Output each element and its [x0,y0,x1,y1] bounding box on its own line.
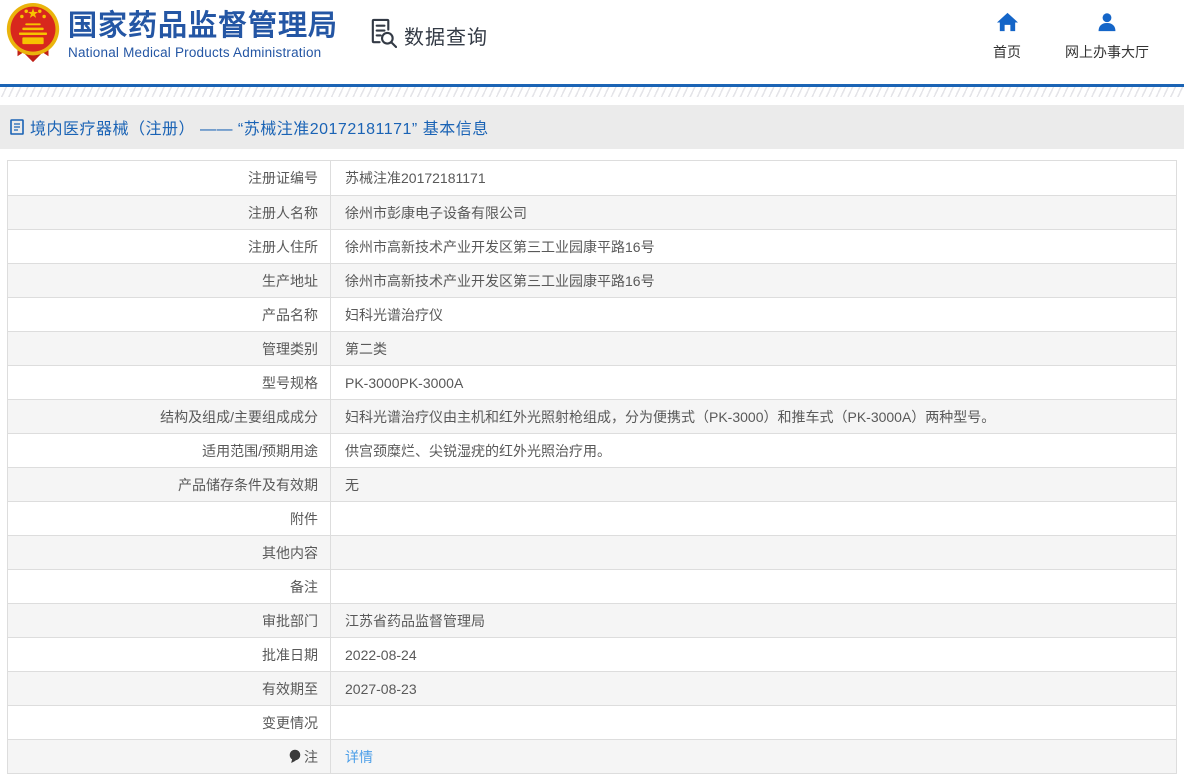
national-emblem-logo [5,2,61,64]
table-row: 有效期至 2027-08-23 [8,671,1176,705]
table-row: 注 详情 [8,739,1176,773]
document-search-icon [368,17,398,53]
row-value: 2027-08-23 [345,680,417,697]
table-row: 注册人住所 徐州市高新技术产业开发区第三工业园康平路16号 [8,229,1176,263]
table-row: 备注 [8,569,1176,603]
row-value: PK-3000PK-3000A [345,374,464,391]
details-link[interactable]: 详情 [345,747,373,767]
table-row: 适用范围/预期用途 供宫颈糜烂、尖锐湿疣的红外光照治疗用。 [8,433,1176,467]
document-icon [9,118,25,136]
breadcrumb: 境内医疗器械（注册） —— “苏械注准20172181171” 基本信息 [30,121,489,138]
row-label: 结构及组成/主要组成成分 [160,408,318,425]
agency-name-cn: 国家药品监督管理局 [68,10,339,42]
row-label: 生产地址 [262,272,318,289]
row-value: 苏械注准20172181171 [345,170,486,186]
nav-home[interactable]: 首页 [977,11,1037,62]
nav-service-hall-label: 网上办事大厅 [1065,44,1149,60]
row-label: 其他内容 [262,544,318,561]
row-value: 2022-08-24 [345,646,417,663]
table-row: 变更情况 [8,705,1176,739]
site-header: 国家药品监督管理局 National Medical Products Admi… [0,0,1184,84]
table-row: 生产地址 徐州市高新技术产业开发区第三工业园康平路16号 [8,263,1176,297]
agency-name-en: National Medical Products Administration [68,45,322,60]
spacer [0,149,1184,160]
agency-titles: 国家药品监督管理局 National Medical Products Admi… [68,9,338,60]
row-label: 审批部门 [262,612,318,629]
bulb-icon [289,749,301,764]
row-label: 注册证编号 [248,170,318,186]
table-row: 结构及组成/主要组成成分 妇科光谱治疗仪由主机和红外光照射枪组成，分为便携式（P… [8,399,1176,433]
table-row: 型号规格 PK-3000PK-3000A [8,365,1176,399]
table-row: 注册证编号 苏械注准20172181171 [8,161,1176,195]
row-label: 注册人住所 [248,238,318,255]
person-icon [1095,11,1119,39]
row-value: 徐州市高新技术产业开发区第三工业园康平路16号 [345,272,655,289]
row-value: 江苏省药品监督管理局 [345,612,485,629]
table-row: 管理类别 第二类 [8,331,1176,365]
row-label: 产品储存条件及有效期 [178,476,318,493]
table-row: 产品储存条件及有效期 无 [8,467,1176,501]
nav-home-label: 首页 [993,44,1021,60]
row-value: 徐州市高新技术产业开发区第三工业园康平路16号 [345,238,655,255]
table-row: 其他内容 [8,535,1176,569]
section-title: 数据查询 [404,26,488,49]
row-label: 附件 [290,510,318,527]
row-value: 妇科光谱治疗仪由主机和红外光照射枪组成，分为便携式（PK-3000）和推车式（P… [345,408,996,425]
table-row: 注册人名称 徐州市彭康电子设备有限公司 [8,195,1176,229]
row-label: 注册人名称 [248,204,318,221]
row-value: 妇科光谱治疗仪 [345,306,443,323]
row-label: 有效期至 [262,680,318,697]
nav-service-hall[interactable]: 网上办事大厅 [1048,11,1166,62]
row-value: 供宫颈糜烂、尖锐湿疣的红外光照治疗用。 [345,442,611,459]
spacer [0,97,1184,105]
row-label: 产品名称 [262,306,318,323]
home-icon [995,11,1020,39]
row-label: 型号规格 [262,374,318,391]
table-row: 附件 [8,501,1176,535]
row-label: 变更情况 [262,714,318,731]
row-value: 无 [345,476,359,493]
table-row: 审批部门 江苏省药品监督管理局 [8,603,1176,637]
registration-detail-table: 注册证编号 苏械注准20172181171 注册人名称 徐州市彭康电子设备有限公… [7,160,1177,774]
row-value: 徐州市彭康电子设备有限公司 [345,204,527,221]
table-row: 批准日期 2022-08-24 [8,637,1176,671]
row-label: 适用范围/预期用途 [202,442,318,459]
table-row: 产品名称 妇科光谱治疗仪 [8,297,1176,331]
row-label: 备注 [290,578,318,595]
row-label: 批准日期 [262,646,318,663]
row-value: 第二类 [345,340,387,357]
data-query-section: 数据查询 [368,17,488,53]
stripe-decoration [0,87,1184,97]
row-label: 管理类别 [262,340,318,357]
breadcrumb-bar: 境内医疗器械（注册） —— “苏械注准20172181171” 基本信息 [0,105,1184,149]
row-label: 注 [304,748,318,765]
